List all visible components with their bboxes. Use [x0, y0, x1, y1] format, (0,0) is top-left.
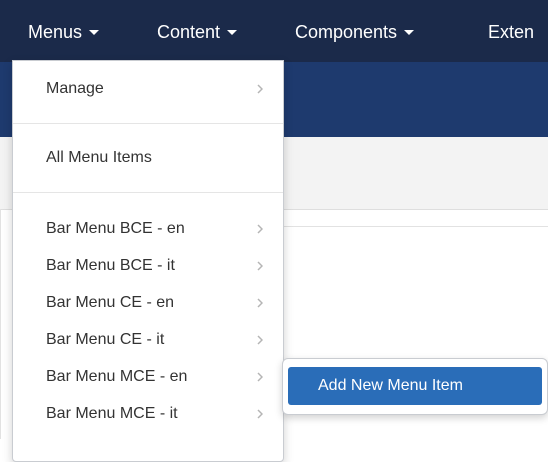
- menu-item-bar-menu-ce-en[interactable]: Bar Menu CE - en: [13, 286, 283, 320]
- content-divider: [282, 226, 548, 227]
- menu-divider: [13, 123, 283, 124]
- nav-content-label: Content: [157, 22, 221, 42]
- menu-item-label: Bar Menu BCE - it: [46, 257, 175, 274]
- caret-down-icon: [89, 29, 100, 35]
- nav-menus[interactable]: Menus: [28, 0, 100, 62]
- menu-item-bar-menu-bce-it[interactable]: Bar Menu BCE - it: [13, 249, 283, 283]
- content-left-border: [0, 209, 1, 439]
- nav-extensions[interactable]: Exten: [488, 0, 534, 62]
- menu-item-bar-menu-bce-en[interactable]: Bar Menu BCE - en: [13, 212, 283, 246]
- menu-item-bar-menu-mce-en[interactable]: Bar Menu MCE - en: [13, 360, 283, 394]
- nav-menus-label: Menus: [28, 22, 83, 42]
- top-navbar: Menus Content Components Exten: [0, 0, 548, 62]
- add-new-menu-item-button[interactable]: Add New Menu Item: [288, 367, 542, 405]
- chevron-right-icon: [257, 335, 263, 345]
- menu-item-label: Bar Menu CE - it: [46, 331, 165, 348]
- chevron-right-icon: [257, 298, 263, 308]
- caret-down-icon: [404, 29, 415, 35]
- menu-item-bar-menu-mce-it[interactable]: Bar Menu MCE - it: [13, 397, 283, 431]
- menu-item-bar-menu-ce-it[interactable]: Bar Menu CE - it: [13, 323, 283, 357]
- chevron-right-icon: [257, 261, 263, 271]
- menu-item-label: Bar Menu CE - en: [46, 294, 175, 311]
- menu-submenu: Add New Menu Item: [282, 358, 548, 415]
- menus-dropdown: Manage All Menu Items Bar Menu BCE - en …: [12, 60, 284, 462]
- menu-divider: [13, 192, 283, 193]
- nav-components-label: Components: [295, 22, 398, 42]
- menu-item-manage[interactable]: Manage: [13, 72, 283, 106]
- nav-extensions-label: Exten: [488, 22, 535, 42]
- menu-item-label: Bar Menu MCE - it: [46, 405, 178, 422]
- add-new-menu-item-label: Add New Menu Item: [318, 377, 463, 394]
- menu-item-all-menu-items[interactable]: All Menu Items: [13, 141, 283, 175]
- menu-item-label: Bar Menu BCE - en: [46, 220, 185, 237]
- chevron-right-icon: [257, 224, 263, 234]
- chevron-right-icon: [257, 409, 263, 419]
- menu-item-label: All Menu Items: [46, 149, 152, 166]
- chevron-right-icon: [257, 372, 263, 382]
- caret-down-icon: [227, 29, 238, 35]
- chevron-right-icon: [257, 84, 263, 94]
- nav-content[interactable]: Content: [157, 0, 238, 62]
- menu-item-label: Manage: [46, 80, 104, 97]
- nav-components[interactable]: Components: [295, 0, 415, 62]
- menu-item-label: Bar Menu MCE - en: [46, 368, 188, 385]
